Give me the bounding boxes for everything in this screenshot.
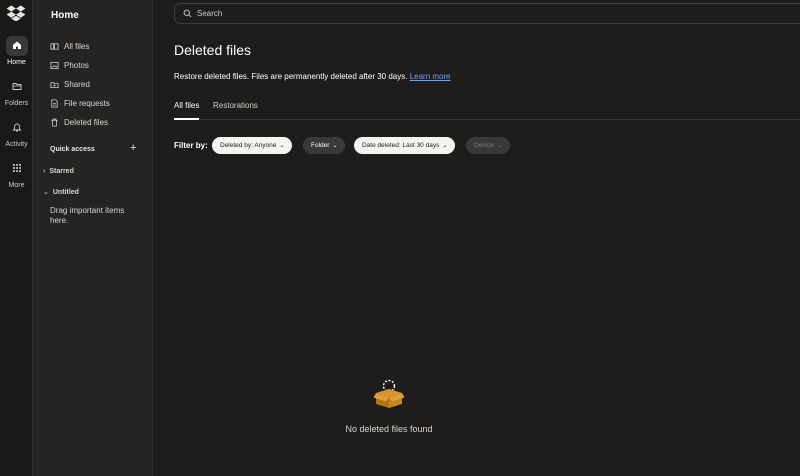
chevron-down-icon: ⌄ — [279, 143, 285, 149]
filter-device: Device ⌄ — [466, 137, 510, 154]
main-content: Deleted files Restore deleted files. Fil… — [153, 0, 800, 476]
files-icon — [50, 42, 59, 50]
filter-folder[interactable]: Folder ⌄ — [303, 137, 346, 154]
search-bar[interactable] — [174, 3, 800, 24]
page-title: Deleted files — [174, 42, 252, 58]
tree-item-label: Starred — [49, 168, 74, 175]
search-icon — [183, 9, 192, 18]
folder-icon — [6, 77, 28, 97]
chevron-down-icon: ⌄ — [442, 143, 448, 149]
tree-item-untitled[interactable]: ⌄ Untitled — [43, 188, 79, 197]
tree-item-starred[interactable]: › Starred — [43, 168, 74, 175]
grid-icon — [6, 159, 28, 179]
learn-more-link[interactable]: Learn more — [410, 72, 451, 81]
add-quick-access-button[interactable]: + — [130, 143, 136, 154]
filter-label-text: Deleted by: Anyone — [220, 142, 277, 149]
home-icon — [5, 36, 28, 56]
sidebar-item-shared[interactable]: Shared — [50, 77, 90, 91]
sidebar-item-label: File requests — [64, 98, 110, 108]
chevron-down-icon: ⌄ — [43, 189, 49, 196]
sidebar-item-label: Deleted files — [64, 117, 109, 127]
rail-item-more[interactable]: More — [0, 159, 33, 189]
bell-icon — [6, 118, 28, 138]
sidebar-item-label: All files — [64, 41, 90, 51]
sidebar-item-photos[interactable]: Photos — [50, 58, 89, 72]
rail-item-home[interactable]: Home — [0, 36, 33, 66]
tree-item-label: Untitled — [52, 188, 79, 196]
rail-item-label: Home — [7, 59, 26, 66]
chevron-right-icon: › — [43, 168, 46, 175]
filter-date-deleted[interactable]: Date deleted: Last 30 days ⌄ — [354, 137, 456, 154]
quick-access-heading: Quick access — [50, 146, 95, 153]
trash-icon — [51, 118, 58, 127]
empty-state: No deleted files found — [0, 378, 800, 434]
sidebar-item-label: Photos — [64, 60, 89, 70]
empty-box-icon — [373, 379, 405, 408]
sidebar-item-label: Shared — [64, 79, 90, 89]
tab-bar: All files Restorations — [174, 101, 800, 120]
filter-label-text: Folder — [311, 142, 330, 149]
drag-hint-text: Drag important items here. — [50, 206, 125, 225]
filter-label-text: Date deleted: Last 30 days — [362, 142, 440, 149]
rail-item-folders[interactable]: Folders — [0, 77, 33, 107]
dropbox-logo-icon[interactable] — [6, 5, 26, 21]
rail-item-activity[interactable]: Activity — [0, 118, 33, 148]
sidebar-item-file-requests[interactable]: File requests — [50, 96, 110, 110]
filter-deleted-by[interactable]: Deleted by: Anyone ⌄ — [212, 137, 293, 154]
shared-icon — [50, 81, 59, 88]
file-request-icon — [51, 98, 58, 108]
chevron-down-icon: ⌄ — [332, 143, 338, 149]
tab-restorations[interactable]: Restorations — [213, 101, 258, 120]
filter-label: Filter by: — [174, 141, 208, 150]
filter-label-text: Device — [474, 142, 494, 149]
sidebar-item-all-files[interactable]: All files — [50, 39, 89, 53]
page-description: Restore deleted files. Files are permane… — [174, 72, 451, 81]
sidebar-title: Home — [51, 10, 79, 21]
search-input[interactable] — [197, 9, 497, 18]
sidebar-item-deleted-files[interactable]: Deleted files — [50, 115, 108, 129]
tab-all-files[interactable]: All files — [174, 101, 200, 120]
rail-item-label: Folders — [4, 100, 29, 107]
rail-item-label: More — [8, 182, 25, 189]
photo-icon — [50, 61, 59, 69]
description-text: Restore deleted files. Files are permane… — [174, 72, 408, 81]
chevron-down-icon: ⌄ — [496, 143, 502, 149]
rail-item-label: Activity — [5, 141, 28, 148]
empty-state-text: No deleted files found — [345, 424, 433, 434]
